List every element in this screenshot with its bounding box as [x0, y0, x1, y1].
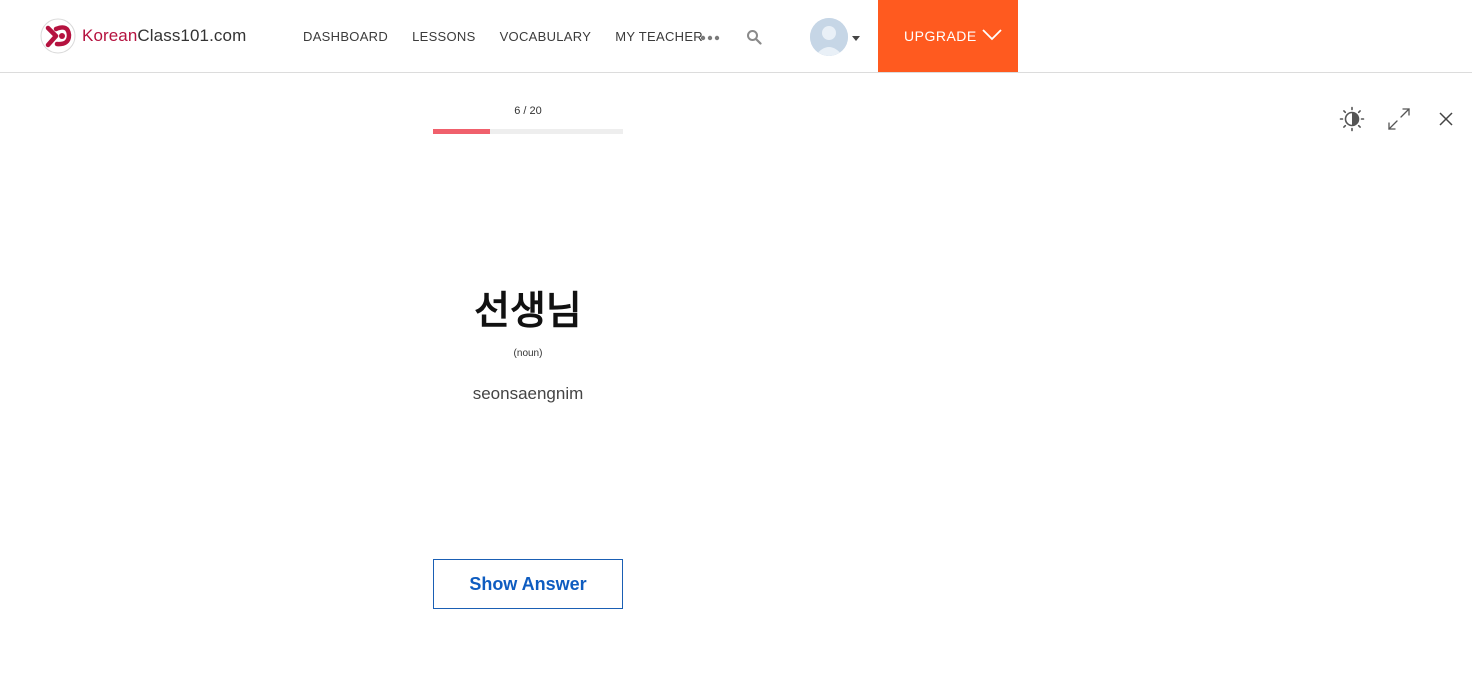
progress-bar — [433, 129, 623, 134]
chevron-down-icon[interactable] — [852, 36, 860, 41]
user-silhouette-icon — [810, 18, 848, 56]
site-logo[interactable]: KoreanClass101.com — [40, 18, 246, 54]
user-avatar[interactable] — [810, 18, 848, 56]
progress-counter: 6 / 20 — [514, 105, 542, 117]
logo-wordmark: KoreanClass101.com — [82, 26, 246, 46]
brightness-contrast-icon[interactable] — [1339, 106, 1365, 132]
nav-vocabulary[interactable]: VOCABULARY — [500, 29, 592, 44]
fullscreen-expand-icon[interactable] — [1386, 106, 1412, 132]
upgrade-label: UPGRADE — [904, 28, 977, 44]
part-of-speech: (noun) — [513, 348, 543, 359]
nav-my-teacher[interactable]: MY TEACHER — [615, 29, 703, 44]
koreanclass101-logo-icon — [40, 18, 76, 54]
show-answer-button[interactable]: Show Answer — [433, 559, 623, 609]
top-navigation-bar: KoreanClass101.com DASHBOARD LESSONS VOC… — [0, 0, 1472, 73]
logo-domain-text: Class101.com — [137, 26, 247, 45]
search-icon[interactable] — [746, 29, 762, 45]
nav-dashboard[interactable]: DASHBOARD — [303, 29, 388, 44]
chevron-down-icon — [982, 29, 1002, 41]
flashcard-word: 선생님 — [474, 289, 582, 334]
nav-lessons[interactable]: LESSONS — [412, 29, 476, 44]
ellipsis-icon[interactable] — [700, 35, 720, 41]
main-nav: DASHBOARD LESSONS VOCABULARY MY TEACHER — [303, 0, 727, 73]
romanization: seonsaengnim — [472, 384, 584, 403]
upgrade-button[interactable]: UPGRADE — [878, 0, 1018, 72]
logo-brand-text: Korean — [82, 26, 138, 45]
progress-bar-fill — [433, 129, 490, 134]
close-icon[interactable] — [1438, 111, 1454, 127]
